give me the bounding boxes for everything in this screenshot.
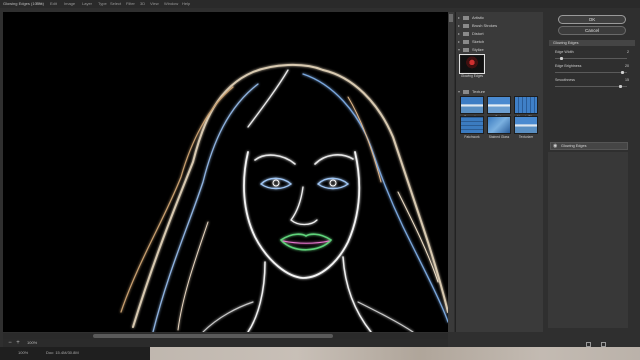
thumbnail-image xyxy=(514,116,538,134)
scrollbar-thumb[interactable] xyxy=(449,14,453,22)
zoom-out-button[interactable]: − xyxy=(7,340,13,346)
effect-layer-row[interactable]: ◉ Glowing Edges xyxy=(550,142,628,150)
smoothness-label: Smoothness 15 xyxy=(555,78,629,82)
scrollbar-thumb[interactable] xyxy=(93,334,333,338)
thumb-texturizer[interactable]: Texturizer xyxy=(514,116,538,144)
thumb-patchwork[interactable]: Patchwork xyxy=(460,116,484,144)
folder-icon xyxy=(463,39,469,44)
slider-knob[interactable] xyxy=(619,85,623,88)
edge-brightness-value[interactable]: 20 xyxy=(619,64,629,68)
thumbnail-image xyxy=(487,96,511,114)
thumb-glowing-edges[interactable]: Glowing Edges xyxy=(459,54,485,83)
filter-gallery-window: Glowing Edges (100%) File Edit Image Lay… xyxy=(0,0,640,360)
slider-knob[interactable] xyxy=(620,71,624,74)
folder-icon xyxy=(463,31,469,36)
menu-item[interactable]: Filter xyxy=(126,0,135,8)
menu-item[interactable]: 3D xyxy=(140,0,145,8)
menu-item[interactable]: Select xyxy=(110,0,121,8)
menu-item[interactable]: File xyxy=(36,0,42,8)
zoom-level-select[interactable]: 100% xyxy=(27,339,37,347)
status-doc-size: Doc: 15.4M/30.8M xyxy=(46,350,79,355)
filter-select[interactable]: Glowing Edges xyxy=(549,40,635,46)
cancel-button[interactable]: Cancel xyxy=(558,26,626,35)
smoothness-slider[interactable] xyxy=(555,85,627,88)
thumb-stained-glass[interactable]: Stained Glass xyxy=(487,116,511,144)
layer-actions xyxy=(580,334,630,347)
thumbnail-image xyxy=(459,54,485,74)
edge-brightness-label: Edge Brightness 20 xyxy=(555,64,629,68)
thumbnail-image xyxy=(514,96,538,114)
thumbnail-image xyxy=(487,116,511,134)
folder-artistic[interactable]: ▸ Artistic xyxy=(458,14,542,21)
folder-icon xyxy=(463,23,469,28)
thumbnail-image xyxy=(460,96,484,114)
edge-brightness-slider[interactable] xyxy=(555,71,627,74)
folder-stylize[interactable]: ▾ Stylize xyxy=(458,46,542,53)
menu-item[interactable]: Edit xyxy=(50,0,57,8)
folder-brush-strokes[interactable]: ▸ Brush Strokes xyxy=(458,22,542,29)
edge-width-label: Edge Width 2 xyxy=(555,50,629,54)
filter-preview[interactable] xyxy=(3,12,448,332)
menu-item[interactable]: Window xyxy=(164,0,178,8)
folder-texture[interactable]: ▾ Texture xyxy=(458,88,542,95)
folder-distort[interactable]: ▸ Distort xyxy=(458,30,542,37)
folder-icon xyxy=(463,89,469,94)
folder-icon xyxy=(463,15,469,20)
menu-item[interactable]: Layer xyxy=(82,0,92,8)
title-bar: Glowing Edges (100%) xyxy=(0,0,640,8)
ok-button[interactable]: OK xyxy=(558,15,626,24)
smoothness-value[interactable]: 15 xyxy=(619,78,629,82)
document-image-strip xyxy=(150,347,640,360)
zoom-bar: − + 100% xyxy=(3,339,448,347)
eye-icon[interactable]: ◉ xyxy=(553,143,557,149)
edge-width-slider[interactable] xyxy=(555,57,627,60)
zoom-in-button[interactable]: + xyxy=(15,340,21,346)
glowing-edges-portrait xyxy=(3,12,448,332)
preview-vertical-scrollbar[interactable] xyxy=(448,12,454,332)
menu-item[interactable]: Image xyxy=(64,0,75,8)
menu-item[interactable]: View xyxy=(150,0,159,8)
edge-width-value[interactable]: 2 xyxy=(619,50,629,54)
menu-item[interactable]: Help xyxy=(182,0,190,8)
folder-icon xyxy=(463,47,469,52)
menu-item[interactable]: Type xyxy=(98,0,107,8)
status-zoom: 100% xyxy=(18,350,29,355)
thumbnail-image xyxy=(460,116,484,134)
folder-sketch[interactable]: ▸ Sketch xyxy=(458,38,542,45)
slider-knob[interactable] xyxy=(559,57,563,60)
effect-layers-panel xyxy=(548,152,628,328)
filter-gallery-list: ▸ Artistic ▸ Brush Strokes ▸ Distort ▸ Sketc… xyxy=(455,12,543,332)
